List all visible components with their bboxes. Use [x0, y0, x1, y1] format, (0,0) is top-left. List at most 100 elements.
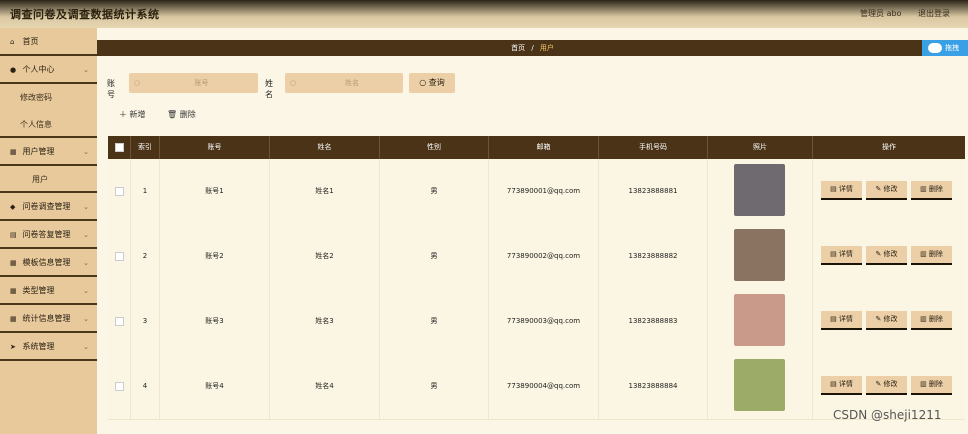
sidebar: ⌂ 首页 ● 个人中心 ⌄ 修改密码 个人信息 ▦ 用户管理 ⌄ 用户 ◆ 问卷…	[0, 28, 97, 434]
trash-icon: ▥	[920, 380, 927, 388]
edit-button[interactable]: ✎ 修改	[866, 181, 907, 200]
cell-actions: ▤ 详情 ✎ 修改 ▥ 删除	[813, 159, 965, 224]
edit-button[interactable]: ✎ 修改	[866, 246, 907, 265]
column-header: 性别	[380, 136, 489, 159]
sidebar-item-answer-management[interactable]: ▤ 问卷答复管理 ⌄	[0, 221, 97, 249]
detail-button[interactable]: ▤ 详情	[821, 376, 862, 395]
cell-account: 账号2	[160, 224, 270, 289]
sidebar-item-label: 问卷答复管理	[22, 230, 71, 239]
avatar	[734, 294, 785, 346]
app-title: 调查问卷及调查数据统计系统	[10, 8, 160, 21]
sidebar-item-label: 首页	[22, 37, 39, 46]
cell-email: 773890001@qq.com	[489, 159, 599, 224]
sidebar-item-type-management[interactable]: ▦ 类型管理 ⌄	[0, 277, 97, 305]
row-checkbox[interactable]	[108, 224, 131, 289]
cell-account: 账号1	[160, 159, 270, 224]
main-content: 首页 / 用户 拖拽 账号 ○ 账号 姓名 ○ 姓名 ○ 查询 ＋ 新增 🗑 删…	[97, 28, 968, 434]
column-header: 索引	[131, 136, 160, 159]
delete-row-button[interactable]: ▥ 删除	[911, 376, 952, 395]
watermark: CSDN @sheji1211	[833, 408, 942, 422]
chevron-down-icon: ⌄	[83, 66, 89, 74]
plus-icon: ＋	[119, 110, 127, 119]
cell-email: 773890002@qq.com	[489, 224, 599, 289]
pencil-icon: ✎	[875, 380, 882, 388]
document-icon: ▤	[830, 380, 837, 388]
column-header: 照片	[708, 136, 813, 159]
select-all-checkbox[interactable]	[108, 136, 131, 159]
cell-email: 773890004@qq.com	[489, 354, 599, 419]
cell-gender: 男	[380, 224, 489, 289]
cell-gender: 男	[380, 289, 489, 354]
avatar	[734, 229, 785, 281]
avatar	[734, 359, 785, 411]
cell-actions: ▤ 详情 ✎ 修改 ▥ 删除	[813, 289, 965, 354]
add-button[interactable]: ＋ 新增	[119, 109, 146, 120]
sidebar-item-user-management[interactable]: ▦ 用户管理 ⌄	[0, 138, 97, 166]
sidebar-item-label: 类型管理	[22, 286, 55, 295]
sidebar-item-statistics-management[interactable]: ▦ 统计信息管理 ⌄	[0, 305, 97, 333]
name-input[interactable]: ○ 姓名	[285, 73, 403, 93]
cell-phone: 13823888882	[599, 224, 708, 289]
delete-row-button[interactable]: ▥ 删除	[911, 246, 952, 265]
breadcrumb-current: 用户	[539, 44, 554, 52]
edit-button[interactable]: ✎ 修改	[866, 376, 907, 395]
logout-link[interactable]: 退出登录	[918, 9, 950, 18]
sidebar-item-system-management[interactable]: ➤ 系统管理 ⌄	[0, 333, 97, 361]
user-icon: ●	[10, 66, 17, 74]
sidebar-subitem-change-password[interactable]: 修改密码	[0, 84, 97, 111]
home-icon: ⌂	[10, 38, 15, 46]
sidebar-item-home[interactable]: ⌂ 首页	[0, 28, 97, 56]
search-icon: ○	[134, 79, 141, 87]
sidebar-subitem-user[interactable]: 用户	[0, 166, 97, 193]
cell-email: 773890003@qq.com	[489, 289, 599, 354]
cell-name: 姓名2	[270, 224, 380, 289]
delete-button[interactable]: 🗑 删除	[167, 109, 196, 120]
table-row: 1 账号1 姓名1 男 773890001@qq.com 13823888881…	[108, 159, 965, 225]
column-header: 姓名	[270, 136, 380, 159]
cell-index: 3	[131, 289, 160, 354]
admin-label: 管理员 abo	[860, 9, 902, 18]
detail-button[interactable]: ▤ 详情	[821, 181, 862, 200]
delete-row-button[interactable]: ▥ 删除	[911, 311, 952, 330]
sidebar-item-survey-management[interactable]: ◆ 问卷调查管理 ⌄	[0, 193, 97, 221]
chevron-down-icon: ⌄	[83, 203, 89, 211]
sidebar-item-label: 问卷调查管理	[22, 202, 71, 211]
chevron-down-icon: ⌄	[83, 343, 89, 351]
account-input[interactable]: ○ 账号	[129, 73, 258, 93]
sidebar-item-label: 系统管理	[22, 342, 55, 351]
detail-button[interactable]: ▤ 详情	[821, 311, 862, 330]
document-icon: ▤	[830, 250, 837, 258]
chevron-down-icon: ⌄	[83, 287, 89, 295]
cell-photo	[708, 354, 813, 419]
row-checkbox[interactable]	[108, 289, 131, 354]
user-area: 管理员 abo 退出登录	[846, 8, 950, 19]
sidebar-subitem-personal-info[interactable]: 个人信息	[0, 111, 97, 138]
table-row: 3 账号3 姓名3 男 773890003@qq.com 13823888883…	[108, 289, 965, 355]
query-button[interactable]: ○ 查询	[409, 73, 455, 93]
edit-button[interactable]: ✎ 修改	[866, 311, 907, 330]
delete-row-button[interactable]: ▥ 删除	[911, 181, 952, 200]
detail-button[interactable]: ▤ 详情	[821, 246, 862, 265]
drag-widget[interactable]: 拖拽	[922, 40, 968, 56]
breadcrumb-home[interactable]: 首页	[511, 44, 525, 52]
cell-account: 账号4	[160, 354, 270, 419]
cell-photo	[708, 159, 813, 224]
row-checkbox[interactable]	[108, 354, 131, 419]
row-checkbox[interactable]	[108, 159, 131, 224]
grid-icon: ▦	[10, 287, 17, 295]
cell-gender: 男	[380, 354, 489, 419]
sidebar-item-personal-center[interactable]: ● 个人中心 ⌄	[0, 56, 97, 84]
list-icon: ▤	[10, 231, 17, 239]
top-bar: 调查问卷及调查数据统计系统 管理员 abo 退出登录	[0, 0, 968, 28]
send-icon: ➤	[10, 343, 16, 351]
cell-phone: 13823888884	[599, 354, 708, 419]
cell-phone: 13823888881	[599, 159, 708, 224]
cell-name: 姓名4	[270, 354, 380, 419]
cell-index: 1	[131, 159, 160, 224]
column-header: 账号	[160, 136, 270, 159]
grid-icon: ▦	[10, 259, 17, 267]
column-header: 手机号码	[599, 136, 708, 159]
sidebar-item-label: 用户管理	[22, 147, 55, 156]
cell-name: 姓名3	[270, 289, 380, 354]
sidebar-item-template-management[interactable]: ▦ 模板信息管理 ⌄	[0, 249, 97, 277]
